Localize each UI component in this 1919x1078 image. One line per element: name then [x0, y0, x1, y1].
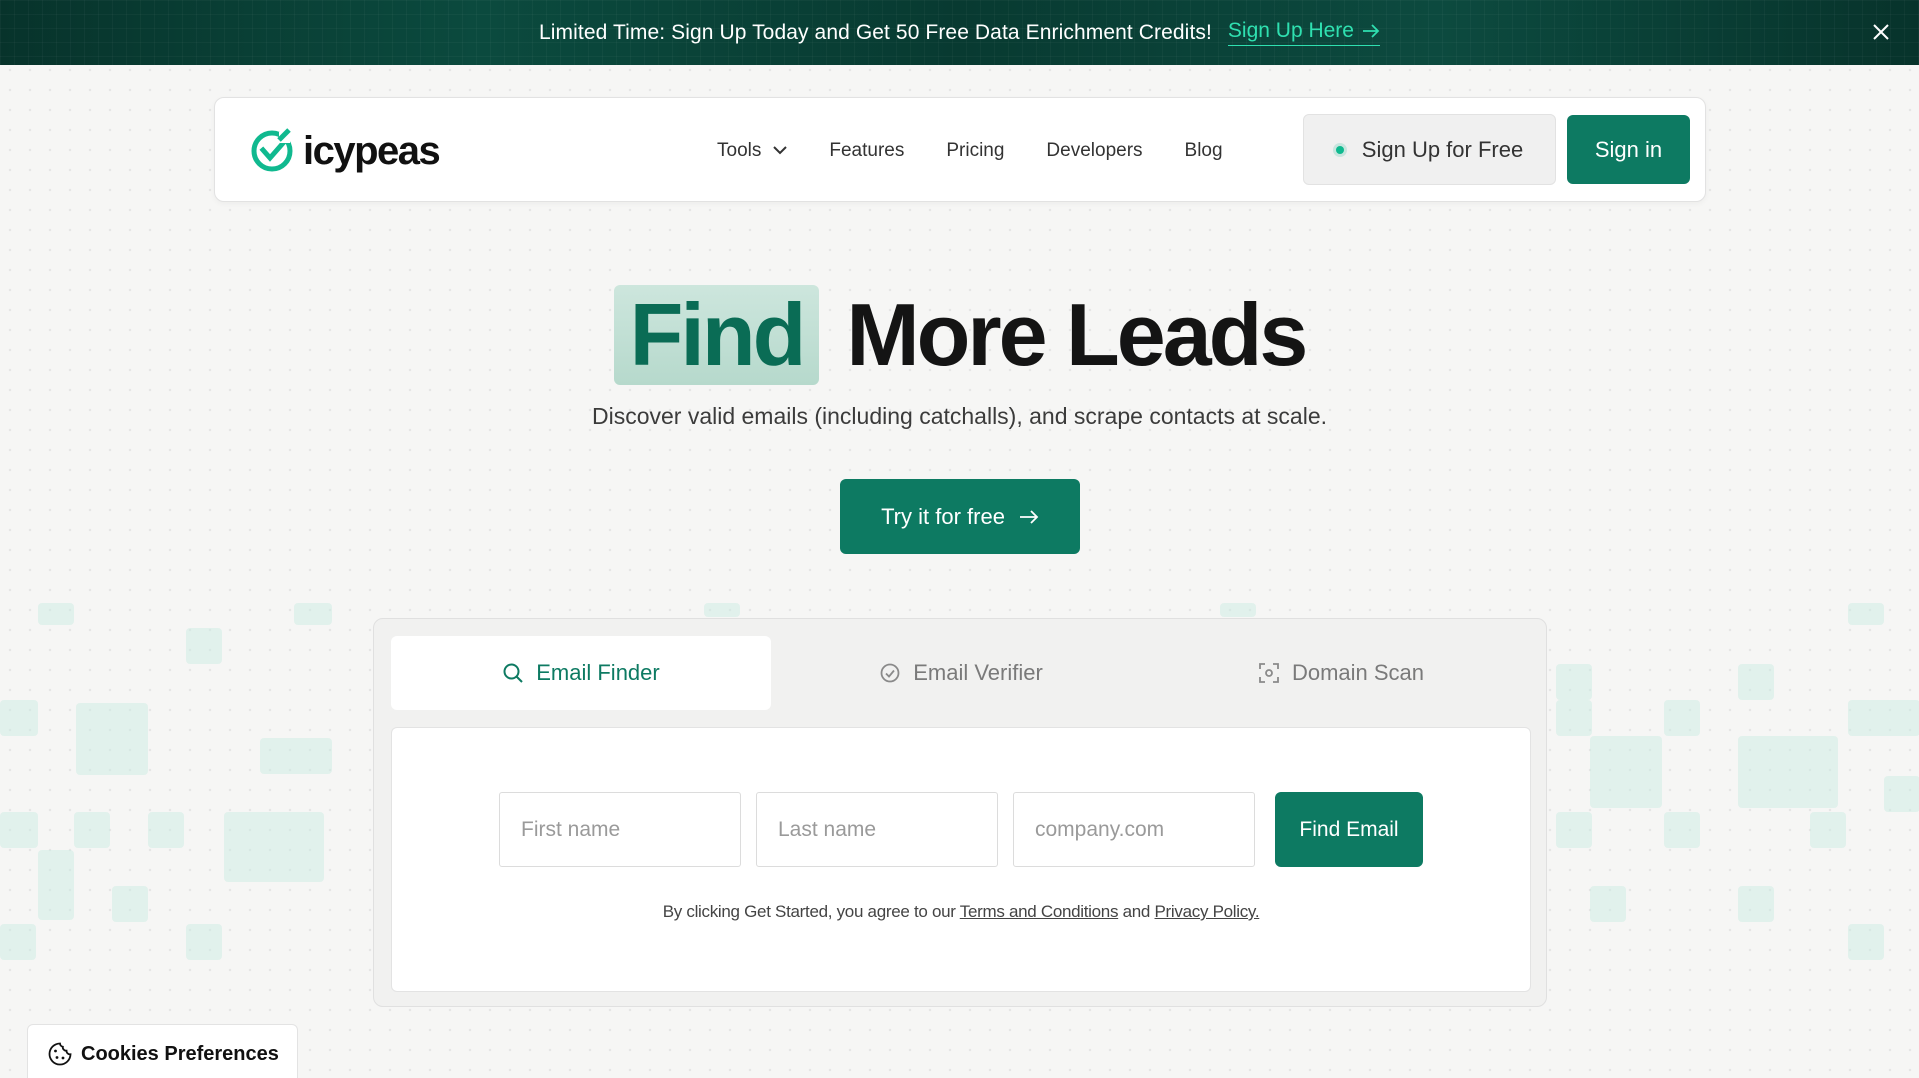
terms-link[interactable]: Terms and Conditions [960, 902, 1119, 921]
domain-input[interactable] [1013, 792, 1255, 867]
nav-tools[interactable]: Tools [717, 139, 788, 162]
hero-title-rest: More Leads [846, 285, 1308, 384]
icypeas-logo-icon [251, 128, 293, 172]
nav-tools-label: Tools [717, 139, 762, 161]
banner-link-label: Sign Up Here [1227, 19, 1354, 42]
find-email-button[interactable]: Find Email [1275, 792, 1423, 867]
search-icon [503, 663, 523, 683]
nav-pricing[interactable]: Pricing [946, 140, 1004, 162]
try-free-label: Try it for free [881, 503, 1005, 529]
scan-icon [1259, 663, 1279, 683]
terms-notice: By clicking Get Started, you agree to ou… [392, 902, 1530, 922]
tab-label: Domain Scan [1291, 660, 1425, 685]
tool-tabs: Email Finder Email Verifier Domain Scan [391, 636, 1531, 710]
signup-label: Sign Up for Free [1361, 136, 1524, 162]
signup-free-button[interactable]: Sign Up for Free [1303, 114, 1556, 185]
arrow-right-icon [1362, 24, 1380, 38]
check-circle-icon [880, 663, 900, 683]
nav-developers[interactable]: Developers [1046, 140, 1142, 162]
close-icon[interactable] [1869, 20, 1893, 44]
signin-button[interactable]: Sign in [1567, 115, 1690, 184]
cookies-preferences-button[interactable]: Cookies Preferences [27, 1024, 298, 1078]
hero-subtitle: Discover valid emails (including catchal… [591, 403, 1328, 429]
tab-email-verifier[interactable]: Email Verifier [771, 636, 1151, 710]
status-dot-icon [1335, 145, 1344, 154]
chevron-down-icon [773, 146, 788, 155]
main-navigation: icypeas Tools Features Pricing Developer… [214, 97, 1706, 202]
try-free-button[interactable]: Try it for free [840, 479, 1080, 554]
banner-text: Limited Time: Sign Up Today and Get 50 F… [539, 20, 1212, 44]
email-finder-form: Find Email By clicking Get Started, you … [391, 727, 1531, 992]
tab-domain-scan[interactable]: Domain Scan [1151, 636, 1531, 710]
hero-highlight: Find [613, 285, 820, 385]
terms-and: and [1122, 902, 1151, 921]
nav-blog[interactable]: Blog [1185, 140, 1223, 162]
tab-email-finder[interactable]: Email Finder [391, 636, 771, 710]
tool-card: Email Finder Email Verifier Domain Scan … [373, 618, 1547, 1007]
privacy-link[interactable]: Privacy Policy. [1155, 902, 1260, 921]
nav-features[interactable]: Features [829, 140, 904, 162]
hero-title: Find More Leads [0, 284, 1919, 386]
tab-label: Email Verifier [913, 660, 1043, 685]
banner-signup-link[interactable]: Sign Up Here [1227, 19, 1380, 46]
first-name-input[interactable] [499, 792, 741, 867]
arrow-right-icon [1019, 509, 1039, 524]
last-name-input[interactable] [756, 792, 998, 867]
cookie-icon [48, 1042, 72, 1066]
tab-label: Email Finder [536, 660, 660, 685]
logo-text: icypeas [303, 128, 441, 173]
nav-links: Tools Features Pricing Developers Blog [717, 98, 1265, 203]
terms-prefix: By clicking Get Started, you agree to ou… [662, 902, 956, 921]
promo-banner: Limited Time: Sign Up Today and Get 50 F… [0, 0, 1919, 65]
logo[interactable]: icypeas [249, 128, 441, 174]
cookies-label: Cookies Preferences [81, 1042, 279, 1065]
